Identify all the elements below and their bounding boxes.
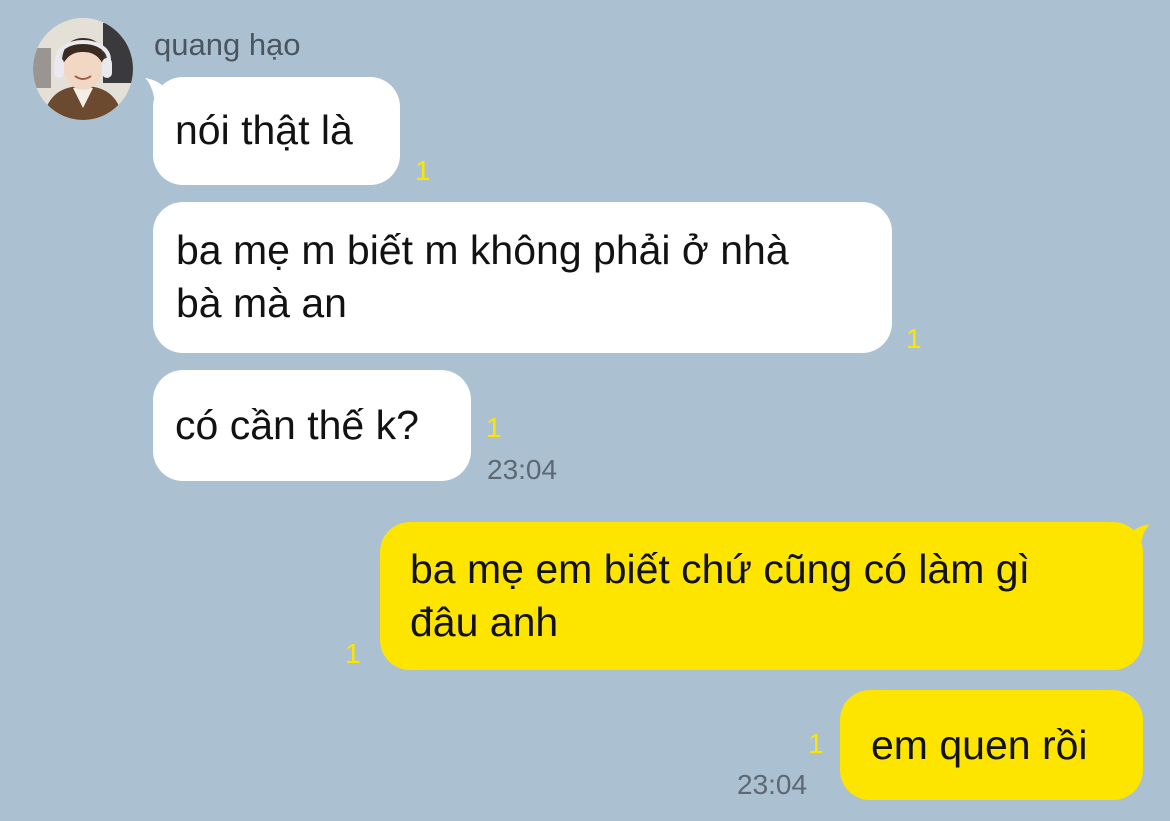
message-text: em quen rồi [871, 722, 1088, 768]
unread-count: 1 [345, 638, 361, 669]
outgoing-message-bubble[interactable]: em quen rồi [840, 690, 1143, 800]
unread-count: 1 [808, 728, 824, 759]
message-timestamp: 23:04 [487, 454, 558, 485]
outgoing-message-bubble[interactable]: ba mẹ em biết chứ cũng có làm gì đâu anh [380, 522, 1143, 670]
incoming-message-bubble[interactable]: ba mẹ m biết m không phải ở nhà bà mà an [153, 202, 892, 353]
unread-count: 1 [906, 323, 922, 354]
message-text: có cần thế k? [175, 402, 419, 448]
incoming-message-bubble[interactable]: có cần thế k? [153, 370, 471, 481]
user-avatar-photo-icon [33, 18, 133, 120]
unread-count: 1 [415, 155, 431, 186]
message-timestamp: 23:04 [737, 769, 808, 800]
incoming-message-bubble[interactable]: nói thật là [153, 77, 400, 185]
message-text-line: bà mà an [176, 280, 347, 326]
message-text: nói thật là [175, 107, 353, 153]
unread-count: 1 [486, 412, 502, 443]
sender-name: quang hạo [154, 27, 301, 62]
message-text-line: ba mẹ em biết chứ cũng có làm gì [410, 546, 1030, 592]
sender-avatar[interactable] [33, 18, 133, 120]
message-text-line: đâu anh [410, 599, 559, 645]
message-text-line: ba mẹ m biết m không phải ở nhà [176, 227, 789, 273]
